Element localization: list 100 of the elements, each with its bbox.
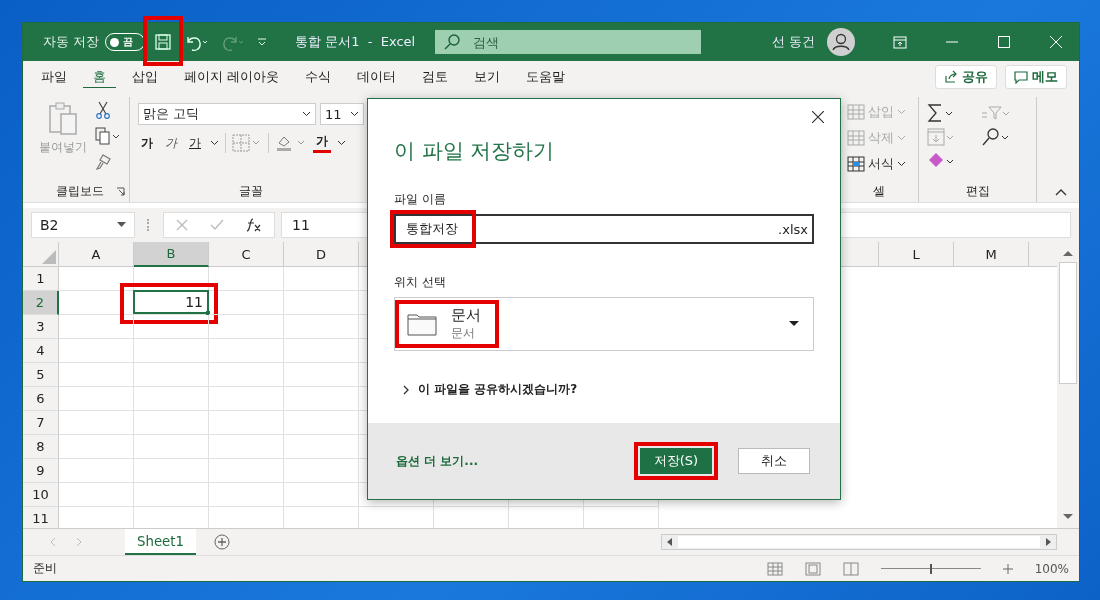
caret-icon xyxy=(350,111,359,117)
zoom-slider-thumb[interactable] xyxy=(929,563,932,574)
ribbon-tab[interactable]: 홈 xyxy=(83,63,116,91)
row-header[interactable]: 6 xyxy=(23,387,59,411)
column-header[interactable]: L xyxy=(879,242,954,267)
search-field[interactable]: 검색 xyxy=(435,30,702,54)
field-label: 파일 이름 xyxy=(394,191,447,208)
ribbon-tab[interactable]: 수식 xyxy=(295,63,342,91)
location-dropdown[interactable]: 문서 문서 xyxy=(394,297,814,351)
font-size-dropdown[interactable]: 11 xyxy=(320,103,364,125)
share-prompt-link[interactable]: 이 파일을 공유하시겠습니까? xyxy=(418,381,578,398)
row-header[interactable]: 11 xyxy=(23,507,59,528)
row-header[interactable]: 2 xyxy=(23,291,59,315)
save-button[interactable]: 저장(S) xyxy=(640,448,712,474)
scroll-up-icon[interactable] xyxy=(1063,250,1073,256)
scissors-icon[interactable] xyxy=(95,101,111,119)
location-name: 문서 xyxy=(451,306,481,325)
ribbon-tab[interactable]: 검토 xyxy=(412,63,459,91)
column-header[interactable]: D xyxy=(284,242,359,267)
row-header[interactable]: 1 xyxy=(23,267,59,291)
autosave-label: 자동 저장 xyxy=(43,33,100,51)
vertical-scrollbar[interactable] xyxy=(1057,242,1079,528)
row-header[interactable]: 10 xyxy=(23,483,59,507)
triangle-icon xyxy=(42,250,56,264)
location-path: 문서 xyxy=(451,325,476,342)
function-icon[interactable] xyxy=(246,218,262,232)
share-button[interactable]: 공유 xyxy=(935,65,997,89)
caret-icon xyxy=(302,111,311,117)
column-header[interactable]: B xyxy=(134,242,209,267)
dialog-title: 이 파일 저장하기 xyxy=(394,138,556,165)
maximize-icon[interactable] xyxy=(998,36,1010,48)
table-icon xyxy=(847,103,865,121)
ribbon-display-icon[interactable] xyxy=(893,35,907,49)
comment-button[interactable]: 메모 xyxy=(1005,65,1067,89)
cells-command[interactable]: 서식 xyxy=(847,155,910,173)
more-options-link[interactable]: 옵션 더 보기... xyxy=(396,452,479,470)
row-header[interactable]: 3 xyxy=(23,315,59,339)
underline-button[interactable]: 가 xyxy=(186,134,204,152)
collapse-ribbon-icon[interactable] xyxy=(1055,188,1067,196)
row-header[interactable]: 7 xyxy=(23,411,59,435)
ribbon-tab[interactable]: 파일 xyxy=(31,63,77,91)
avatar-icon[interactable] xyxy=(827,28,855,56)
group-label: 셀 xyxy=(872,182,885,200)
file-name-field[interactable]: 통합저장 xyxy=(406,221,458,236)
italic-button[interactable]: 가 xyxy=(162,134,180,152)
scroll-right-icon[interactable] xyxy=(1046,538,1052,546)
group-label: 글꼴 xyxy=(239,182,263,200)
ribbon-tab[interactable]: 데이터 xyxy=(347,63,407,91)
scroll-down-icon[interactable] xyxy=(1063,514,1073,520)
column-header[interactable]: C xyxy=(209,242,284,267)
font-name-dropdown[interactable]: 맑은 고딕 xyxy=(138,103,316,125)
row-header[interactable]: 9 xyxy=(23,459,59,483)
row-header[interactable]: 4 xyxy=(23,339,59,363)
ribbon-tab[interactable]: 도움말 xyxy=(516,63,576,91)
chevron-right-icon[interactable] xyxy=(402,383,410,396)
search-input[interactable]: 검색 xyxy=(473,34,674,50)
checkmark-icon[interactable] xyxy=(210,219,224,231)
bold-button[interactable]: 가 xyxy=(138,134,156,152)
ribbon-tab[interactable]: 보기 xyxy=(464,63,511,91)
caret-icon[interactable] xyxy=(337,140,346,146)
folder-icon xyxy=(407,312,437,336)
user-name: 선 동건 xyxy=(771,33,815,51)
add-sheet-icon[interactable] xyxy=(214,534,230,550)
paintbrush-icon[interactable] xyxy=(95,153,113,171)
horizontal-scrollbar[interactable] xyxy=(661,534,1057,550)
sheet-tab[interactable]: Sheet1 xyxy=(125,529,196,555)
row-header[interactable]: 5 xyxy=(23,363,59,387)
page-break-icon[interactable] xyxy=(842,561,859,576)
file-extension: .xlsx xyxy=(778,221,808,237)
grid-view-icon[interactable] xyxy=(766,561,783,576)
group-label: 편집 xyxy=(965,182,990,200)
page-layout-icon[interactable] xyxy=(804,561,821,576)
table-icon xyxy=(847,155,865,173)
table-icon xyxy=(847,129,865,147)
column-header[interactable]: M xyxy=(954,242,1029,267)
field-label: 위치 선택 xyxy=(394,274,447,291)
zoom-in-icon[interactable] xyxy=(1002,563,1013,574)
clipboard-icon xyxy=(47,101,79,137)
caret-icon xyxy=(789,321,799,327)
name-box[interactable]: B2 xyxy=(31,212,135,238)
caret-icon[interactable] xyxy=(210,140,219,146)
ribbon-tab[interactable]: 페이지 레이아웃 xyxy=(174,63,290,91)
active-cell[interactable]: 11 xyxy=(133,290,209,314)
cancel-button[interactable]: 취소 xyxy=(738,448,810,474)
paint-bucket-icon[interactable] xyxy=(275,134,307,152)
row-header[interactable]: 8 xyxy=(23,435,59,459)
column-header[interactable]: A xyxy=(59,242,134,267)
close-icon[interactable] xyxy=(812,111,824,123)
caret-icon xyxy=(897,161,906,167)
zoom-level[interactable]: 100% xyxy=(1034,561,1069,576)
share-icon xyxy=(944,70,958,84)
speech-bubble-icon xyxy=(1014,70,1028,84)
caret-icon xyxy=(897,135,906,141)
sigma-icon[interactable] xyxy=(927,103,955,123)
save-icon[interactable] xyxy=(154,33,173,51)
scroll-left-icon[interactable] xyxy=(666,538,672,546)
copy-icon[interactable] xyxy=(95,127,121,145)
font-color-button[interactable]: 가 xyxy=(313,133,331,153)
dialog-launcher-icon[interactable] xyxy=(116,187,125,196)
ribbon-tab[interactable]: 삽입 xyxy=(122,63,168,91)
